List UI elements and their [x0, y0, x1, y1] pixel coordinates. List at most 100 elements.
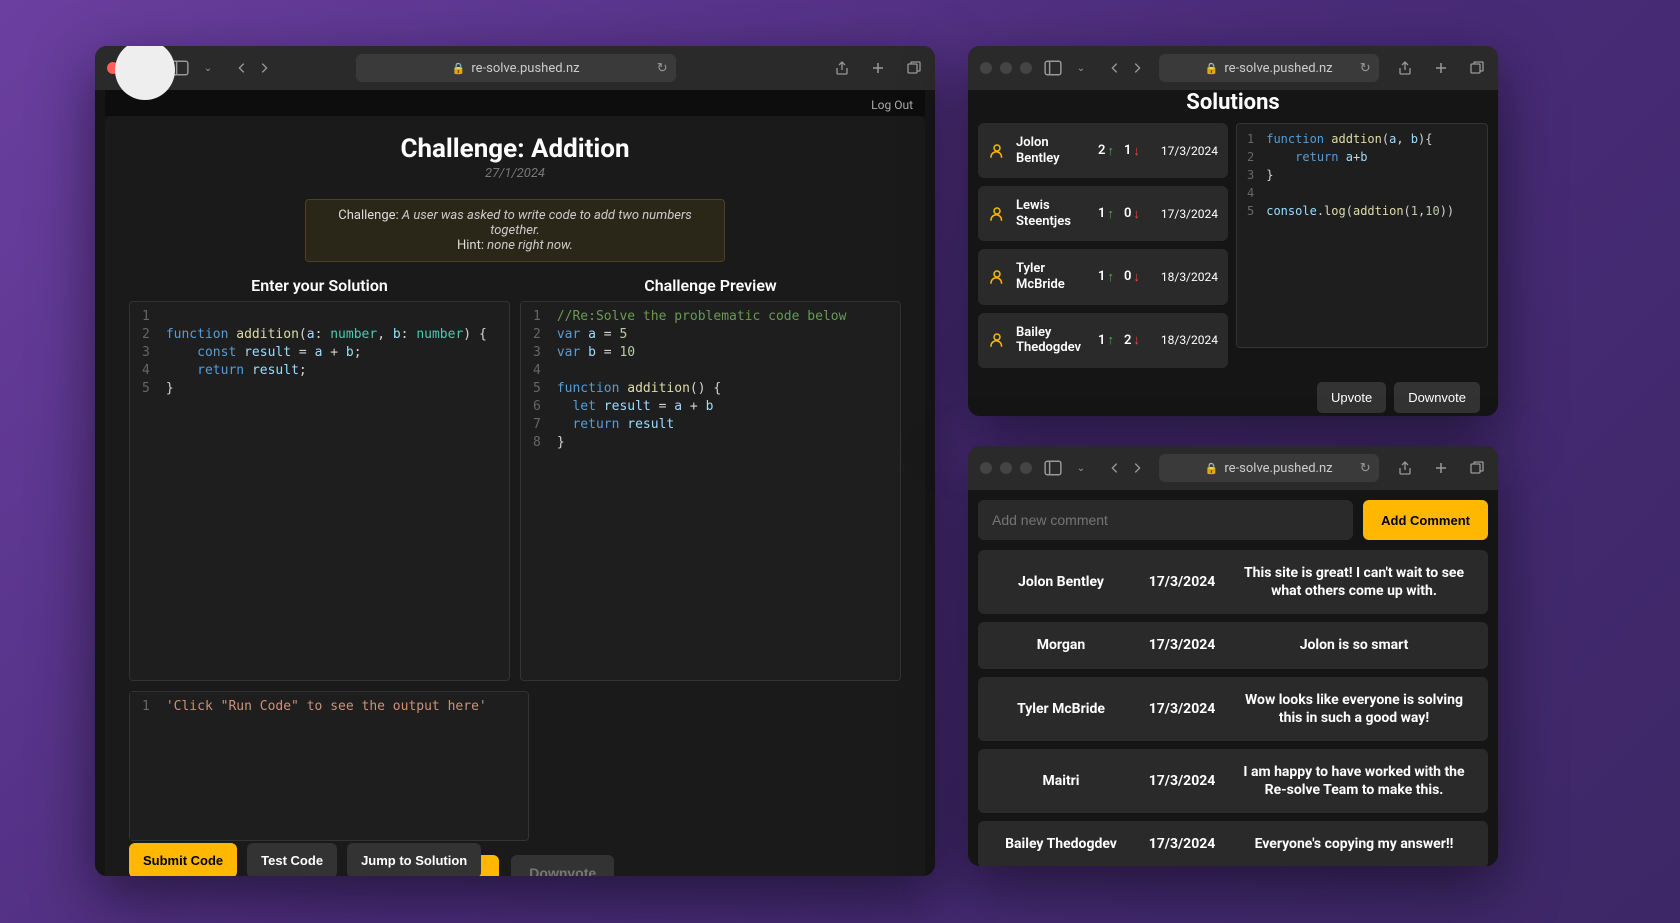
new-tab-icon[interactable] — [1432, 59, 1450, 77]
maximize-window-button[interactable] — [1020, 462, 1032, 474]
new-tab-icon[interactable] — [1432, 459, 1450, 477]
solution-downvote-button[interactable]: Downvote — [1394, 382, 1480, 413]
chevron-down-icon[interactable]: ⌄ — [1072, 459, 1090, 477]
submit-code-button[interactable]: Submit Code — [129, 843, 237, 876]
challenge-label: Challenge: — [338, 208, 398, 223]
solution-item[interactable]: Bailey Thedogdev 1↑ 2↓ 18/3/2024 — [978, 313, 1228, 368]
solution-editor-label: Enter your Solution — [129, 276, 510, 295]
user-icon — [988, 205, 1006, 223]
lock-icon: 🔒 — [452, 62, 466, 75]
challenge-date: 27/1/2024 — [105, 166, 925, 181]
forward-button[interactable] — [1128, 59, 1146, 77]
reload-icon[interactable]: ↻ — [1360, 61, 1371, 76]
solution-item[interactable]: Jolon Bentley 2↑ 1↓ 17/3/2024 — [978, 123, 1228, 178]
share-icon[interactable] — [1396, 59, 1414, 77]
solution-author: Tyler McBride — [1016, 261, 1088, 292]
comment-author: Tyler McBride — [996, 701, 1126, 717]
lock-icon: 🔒 — [1205, 62, 1219, 75]
challenge-text: A user was asked to write code to add tw… — [402, 208, 692, 238]
comment-item: Maitri 17/3/2024 I am happy to have work… — [978, 749, 1488, 813]
logo — [115, 90, 175, 100]
solution-author: Jolon Bentley — [1016, 135, 1088, 166]
solution-editor[interactable]: 12345 function addition(a: number, b: nu… — [129, 301, 510, 681]
reload-icon[interactable]: ↻ — [657, 61, 668, 76]
tabs-icon[interactable] — [905, 59, 923, 77]
solutions-window: ⌄ 🔒 re-solve.pushed.nz ↻ Solutions Jolon… — [968, 46, 1498, 416]
solution-item[interactable]: Tyler McBride 1↑ 0↓ 18/3/2024 — [978, 249, 1228, 304]
arrow-down-icon: ↓ — [1133, 269, 1140, 285]
downvote-count: 0↓ — [1124, 269, 1140, 285]
comment-text: Jolon is so smart — [1238, 636, 1470, 654]
solution-date: 18/3/2024 — [1161, 333, 1218, 347]
sidebar-toggle-icon[interactable] — [1044, 459, 1062, 477]
solutions-list: Jolon Bentley 2↑ 1↓ 17/3/2024 Lewis Stee… — [978, 123, 1228, 403]
arrow-down-icon: ↓ — [1133, 206, 1140, 222]
comment-author: Jolon Bentley — [996, 574, 1126, 590]
line-gutter: 12345 — [130, 302, 158, 680]
url-text: re-solve.pushed.nz — [471, 61, 579, 76]
reload-icon[interactable]: ↻ — [1360, 461, 1371, 476]
tabs-icon[interactable] — [1468, 459, 1486, 477]
solution-author: Lewis Steentjes — [1016, 198, 1088, 229]
comment-text: Everyone's copying my answer!! — [1238, 835, 1470, 853]
hint-box: Challenge: A user was asked to write cod… — [305, 199, 725, 262]
close-window-button[interactable] — [980, 62, 992, 74]
hint-label: Hint: — [457, 238, 484, 253]
forward-button[interactable] — [255, 59, 273, 77]
hint-text: none right now. — [487, 238, 573, 253]
solution-date: 17/3/2024 — [1161, 144, 1218, 158]
address-bar[interactable]: 🔒 re-solve.pushed.nz ↻ — [356, 54, 676, 82]
logout-link[interactable]: Log Out — [871, 98, 913, 112]
user-icon — [988, 268, 1006, 286]
challenge-title: Challenge: Addition — [105, 134, 925, 164]
traffic-lights — [980, 462, 1032, 474]
titlebar: ⌄ 🔒 re-solve.pushed.nz ↻ — [968, 446, 1498, 490]
line-gutter: 12345 — [1237, 124, 1260, 347]
upvote-count: 2↑ — [1098, 143, 1114, 159]
share-icon[interactable] — [833, 59, 851, 77]
solution-code: function addition(a: number, b: number) … — [158, 302, 495, 680]
titlebar: ⌄ 🔒 re-solve.pushed.nz ↻ — [95, 46, 935, 90]
add-comment-button[interactable]: Add Comment — [1363, 500, 1488, 540]
solution-item[interactable]: Lewis Steentjes 1↑ 0↓ 17/3/2024 — [978, 186, 1228, 241]
titlebar: ⌄ 🔒 re-solve.pushed.nz ↻ — [968, 46, 1498, 90]
new-tab-icon[interactable] — [869, 59, 887, 77]
address-bar[interactable]: 🔒 re-solve.pushed.nz ↻ — [1159, 54, 1379, 82]
comment-text: This site is great! I can't wait to see … — [1238, 564, 1470, 600]
user-icon — [988, 331, 1006, 349]
sidebar-toggle-icon[interactable] — [1044, 59, 1062, 77]
forward-button[interactable] — [1128, 459, 1146, 477]
lock-icon: 🔒 — [1205, 462, 1219, 475]
solutions-title: Solutions — [978, 90, 1488, 123]
close-window-button[interactable] — [980, 462, 992, 474]
comment-text: Wow looks like everyone is solving this … — [1238, 691, 1470, 727]
tabs-icon[interactable] — [1468, 59, 1486, 77]
comment-item: Morgan 17/3/2024 Jolon is so smart — [978, 622, 1488, 668]
solution-upvote-button[interactable]: Upvote — [1317, 382, 1386, 413]
downvote-button[interactable]: Downvote — [511, 855, 614, 876]
comment-input[interactable] — [978, 500, 1353, 540]
arrow-up-icon: ↑ — [1107, 143, 1114, 159]
chevron-down-icon[interactable]: ⌄ — [1072, 59, 1090, 77]
comment-date: 17/3/2024 — [1142, 574, 1222, 590]
arrow-up-icon: ↑ — [1107, 332, 1114, 348]
comment-item: Tyler McBride 17/3/2024 Wow looks like e… — [978, 677, 1488, 741]
user-icon — [988, 142, 1006, 160]
preview-code: //Re:Solve the problematic code below va… — [549, 302, 855, 680]
back-button[interactable] — [1106, 459, 1124, 477]
jump-to-solution-button[interactable]: Jump to Solution — [347, 843, 481, 876]
minimize-window-button[interactable] — [1000, 62, 1012, 74]
share-icon[interactable] — [1396, 459, 1414, 477]
line-gutter: 1 — [130, 692, 158, 840]
maximize-window-button[interactable] — [1020, 62, 1032, 74]
chevron-down-icon[interactable]: ⌄ — [199, 59, 217, 77]
comment-text: I am happy to have worked with the Re-so… — [1238, 763, 1470, 799]
comment-item: Bailey Thedogdev 17/3/2024 Everyone's co… — [978, 821, 1488, 866]
back-button[interactable] — [233, 59, 251, 77]
test-code-button[interactable]: Test Code — [247, 843, 337, 876]
output-console: 1 'Click "Run Code" to see the output he… — [129, 691, 529, 841]
minimize-window-button[interactable] — [1000, 462, 1012, 474]
address-bar[interactable]: 🔒 re-solve.pushed.nz ↻ — [1159, 454, 1379, 482]
back-button[interactable] — [1106, 59, 1124, 77]
comments-window: ⌄ 🔒 re-solve.pushed.nz ↻ Add Comment Jol… — [968, 446, 1498, 866]
